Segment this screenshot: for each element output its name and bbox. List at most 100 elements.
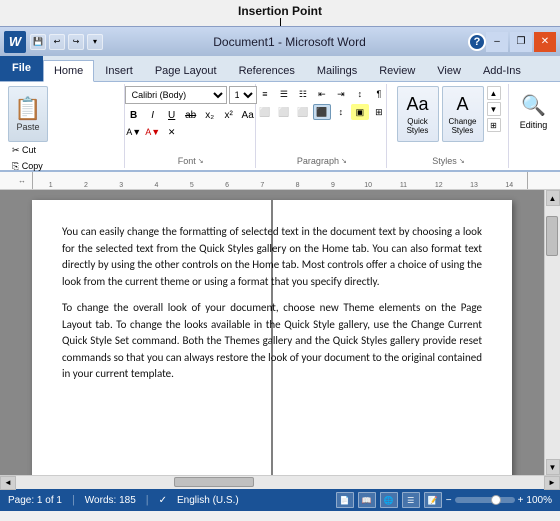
- align-right-button[interactable]: ⬜: [294, 104, 312, 120]
- zoom-slider[interactable]: [455, 497, 515, 503]
- tab-review[interactable]: Review: [368, 59, 426, 81]
- tab-references[interactable]: References: [228, 59, 306, 81]
- styles-more-button[interactable]: ⊞: [487, 118, 501, 132]
- document-scroll-area: You can easily change the formatting of …: [0, 190, 544, 475]
- h-scroll-thumb[interactable]: [174, 477, 254, 487]
- paste-button[interactable]: 📋 Paste: [8, 86, 48, 142]
- zoom-slider-thumb: [491, 495, 501, 505]
- undo-quick-btn[interactable]: ↩: [49, 34, 65, 50]
- align-left-button[interactable]: ⬜: [256, 104, 274, 120]
- bold-button[interactable]: B: [125, 107, 143, 123]
- document-page[interactable]: You can easily change the formatting of …: [32, 200, 512, 475]
- superscript-button[interactable]: x²: [220, 107, 238, 123]
- save-quick-btn[interactable]: 💾: [30, 34, 46, 50]
- qa-dropdown-btn[interactable]: ▾: [87, 34, 103, 50]
- paragraph-2: To change the overall look of your docum…: [62, 300, 482, 383]
- tab-home[interactable]: Home: [43, 60, 94, 82]
- web-layout-view-button[interactable]: 🌐: [380, 492, 398, 508]
- outline-view-button[interactable]: ☰: [402, 492, 420, 508]
- paragraph-1: You can easily change the formatting of …: [62, 224, 482, 290]
- clear-format-button[interactable]: ✕: [163, 124, 181, 140]
- bullets-button[interactable]: ≡: [256, 86, 274, 102]
- tab-addins[interactable]: Add-Ins: [472, 59, 532, 81]
- minimize-button[interactable]: –: [486, 32, 508, 52]
- italic-button[interactable]: I: [144, 107, 162, 123]
- word-count-status: Words: 185: [85, 495, 136, 506]
- show-formatting-button[interactable]: ¶: [370, 86, 388, 102]
- border-button[interactable]: ⊞: [370, 104, 388, 120]
- scroll-down-button[interactable]: ▼: [546, 459, 560, 475]
- ruler-inner: 1 2 3 4 5 6 7 8 9 10 11 12 13 14: [32, 172, 528, 189]
- quick-styles-button[interactable]: Aa QuickStyles: [397, 86, 439, 142]
- numbering-button[interactable]: ☰: [275, 86, 293, 102]
- scroll-track[interactable]: [545, 206, 560, 459]
- paragraph-expand-arrow[interactable]: ↘: [341, 157, 347, 165]
- editing-button[interactable]: 🔍 Editing: [514, 86, 554, 136]
- vertical-scrollbar[interactable]: ▲ ▼: [544, 190, 560, 475]
- multilevel-list-button[interactable]: ☷: [294, 86, 312, 102]
- full-reading-view-button[interactable]: 📖: [358, 492, 376, 508]
- increase-indent-button[interactable]: ⇥: [332, 86, 350, 102]
- print-layout-view-button[interactable]: 📄: [336, 492, 354, 508]
- subscript-button[interactable]: x₂: [201, 107, 219, 123]
- word-icon: W: [4, 31, 26, 53]
- close-button[interactable]: ✕: [534, 32, 556, 52]
- scroll-thumb[interactable]: [546, 216, 558, 256]
- line-spacing-button[interactable]: ↕: [332, 104, 350, 120]
- zoom-out-button[interactable]: −: [446, 495, 452, 506]
- restore-button[interactable]: ❐: [510, 32, 532, 52]
- zoom-in-button[interactable]: +: [518, 495, 524, 506]
- tab-pagelayout[interactable]: Page Layout: [144, 59, 228, 81]
- zoom-bar: − + 100%: [446, 495, 552, 506]
- change-case-button[interactable]: Aa: [239, 107, 257, 123]
- help-icon[interactable]: ?: [468, 33, 486, 51]
- paragraph-group: ≡ ☰ ☷ ⇤ ⇥ ↕ ¶ ⬜ ⬜ ⬜ ⬛ ↕ ▣ ⊞: [258, 84, 387, 168]
- decrease-indent-button[interactable]: ⇤: [313, 86, 331, 102]
- status-right: 📄 📖 🌐 ☰ 📝 − + 100%: [336, 492, 552, 508]
- document-text: You can easily change the formatting of …: [62, 224, 482, 383]
- horizontal-scrollbar[interactable]: ◄ ►: [0, 475, 560, 489]
- h-scroll-track[interactable]: [16, 476, 544, 489]
- justify-button[interactable]: ⬛: [313, 104, 331, 120]
- text-highlight-button[interactable]: A▼: [125, 124, 143, 140]
- draft-view-button[interactable]: 📝: [424, 492, 442, 508]
- font-expand-arrow[interactable]: ↘: [198, 157, 204, 165]
- scroll-up-button[interactable]: ▲: [546, 190, 560, 206]
- font-size-select[interactable]: 11: [229, 86, 257, 104]
- window-title: Document1 - Microsoft Word: [111, 35, 468, 49]
- spell-check-icon[interactable]: ✓: [159, 495, 167, 506]
- shading-button[interactable]: ▣: [351, 104, 369, 120]
- zoom-percent: 100%: [526, 495, 552, 506]
- tab-mailings[interactable]: Mailings: [306, 59, 368, 81]
- align-center-button[interactable]: ⬜: [275, 104, 293, 120]
- font-label: Font ↘: [178, 154, 204, 166]
- quick-access-toolbar: 💾 ↩ ↪ ▾: [30, 34, 103, 50]
- styles-expand-arrow[interactable]: ↘: [459, 157, 465, 165]
- styles-scroll-up-button[interactable]: ▲: [487, 86, 501, 100]
- clipboard-group: 📋 Paste ✂ Cut ⎘ Copy 🖌 Format Painter Cl…: [4, 84, 125, 168]
- change-styles-button[interactable]: A ChangeStyles: [442, 86, 484, 142]
- tab-insert[interactable]: Insert: [94, 59, 144, 81]
- tab-file[interactable]: File: [0, 55, 43, 81]
- underline-button[interactable]: U: [163, 107, 181, 123]
- font-family-select[interactable]: Calibri (Body): [125, 86, 227, 104]
- font-color-button[interactable]: A▼: [144, 124, 162, 140]
- ribbon: 📋 Paste ✂ Cut ⎘ Copy 🖌 Format Painter Cl…: [0, 82, 560, 172]
- cut-button[interactable]: ✂ Cut: [8, 143, 89, 158]
- sort-button[interactable]: ↕: [351, 86, 369, 102]
- styles-label: Styles ↘: [432, 154, 464, 166]
- insertion-point-label: Insertion Point: [0, 0, 560, 18]
- scroll-right-button[interactable]: ►: [544, 476, 560, 490]
- language-status[interactable]: English (U.S.): [177, 495, 239, 506]
- page-status: Page: 1 of 1: [8, 495, 62, 506]
- styles-scroll-down-button[interactable]: ▼: [487, 102, 501, 116]
- redo-quick-btn[interactable]: ↪: [68, 34, 84, 50]
- insertion-point-line: [0, 18, 560, 26]
- scroll-left-button[interactable]: ◄: [0, 476, 16, 490]
- styles-group: Aa QuickStyles A ChangeStyles ▲ ▼ ⊞ Styl…: [389, 84, 509, 168]
- tab-view[interactable]: View: [426, 59, 472, 81]
- strikethrough-button[interactable]: ab: [182, 107, 200, 123]
- window-controls: – ❐ ✕: [486, 32, 556, 52]
- font-group: Calibri (Body) 11 B I U ab x₂ x² Aa A▼: [127, 84, 256, 168]
- document-container: You can easily change the formatting of …: [0, 190, 560, 475]
